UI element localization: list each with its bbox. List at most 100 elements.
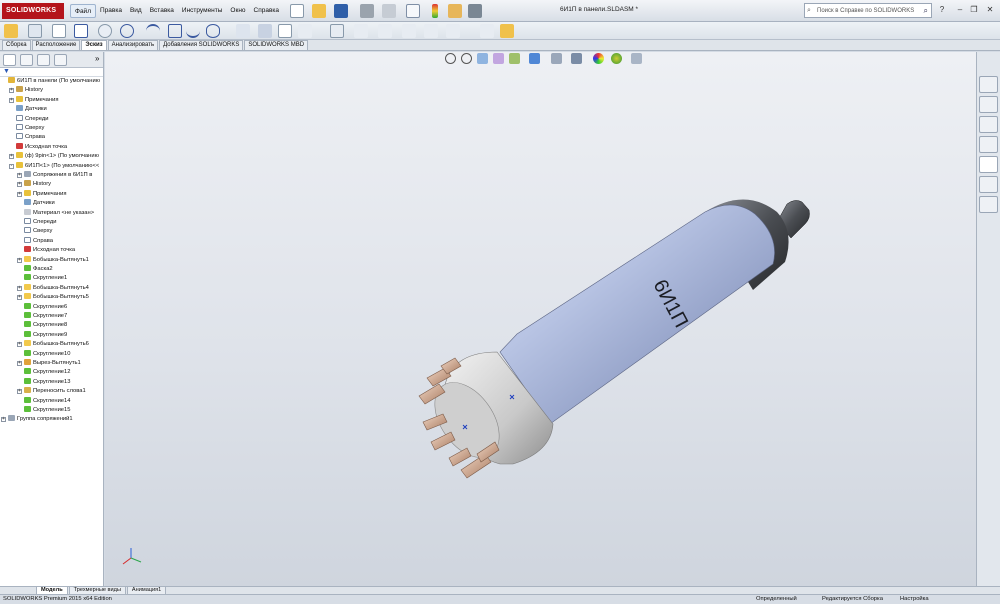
- view-palette-icon[interactable]: [979, 136, 998, 153]
- status-units[interactable]: Настройка: [900, 595, 929, 604]
- tree-item[interactable]: Бобышка-Вытянуть4: [24, 283, 89, 293]
- save-icon[interactable]: [334, 4, 348, 18]
- custom-properties-icon[interactable]: [979, 176, 998, 193]
- filter-icon[interactable]: ▼: [3, 68, 10, 75]
- tree-item[interactable]: Сверху: [16, 124, 44, 133]
- select-arrow-icon[interactable]: [406, 4, 420, 18]
- help-search-input[interactable]: ⌕ Поиск в Справке по SOLIDWORKS ⌕: [804, 3, 932, 18]
- property-manager-tab-icon[interactable]: [20, 54, 33, 66]
- tree-item[interactable]: Группа сопряжений1: [8, 415, 73, 424]
- solidworks-resources-icon[interactable]: [979, 76, 998, 93]
- tree-item[interactable]: Скругление7: [24, 312, 67, 321]
- forum-icon[interactable]: [979, 196, 998, 213]
- tree-item[interactable]: Справа: [24, 236, 53, 246]
- tree-item[interactable]: Скругление1: [24, 274, 67, 283]
- tree-expander[interactable]: +: [9, 88, 14, 94]
- tree-item[interactable]: Сверху: [24, 227, 52, 236]
- menu-view[interactable]: Вид: [126, 4, 146, 18]
- tree-item[interactable]: Скругление15: [24, 406, 70, 415]
- tree-item[interactable]: 6И1П в панели (По умолчанию: [8, 77, 100, 86]
- tree-item[interactable]: (ф) 9pin<1> (По умолчанию: [16, 152, 99, 161]
- display-relations-icon[interactable]: [330, 24, 344, 38]
- tree-item[interactable]: Скругление14: [24, 396, 70, 406]
- fillet-sketch-icon[interactable]: [236, 24, 250, 38]
- tree-item[interactable]: Датчики: [16, 105, 47, 114]
- menu-edit[interactable]: Правка: [96, 4, 126, 18]
- tree-expander[interactable]: +: [17, 342, 22, 348]
- file-properties-icon[interactable]: [448, 4, 462, 18]
- tree-item[interactable]: Бобышка-Вытянуть5: [24, 293, 89, 302]
- open-folder-icon[interactable]: [312, 4, 326, 18]
- tree-expander[interactable]: +: [9, 154, 14, 160]
- tree-item[interactable]: Справа: [16, 133, 45, 142]
- graphics-area[interactable]: 6И1П: [105, 52, 976, 586]
- repair-sketch-icon[interactable]: [500, 24, 514, 38]
- file-explorer-icon[interactable]: [979, 116, 998, 133]
- offset-icon[interactable]: [424, 24, 438, 38]
- tree-expander[interactable]: +: [17, 285, 22, 291]
- command-tab-5[interactable]: SOLIDWORKS MBD: [244, 40, 309, 50]
- point-icon[interactable]: [298, 24, 312, 38]
- line-icon[interactable]: [52, 24, 66, 38]
- new-document-icon[interactable]: [290, 4, 304, 18]
- slot-icon[interactable]: [98, 24, 112, 38]
- tree-expander[interactable]: +: [9, 97, 14, 103]
- rectangle-icon[interactable]: [74, 24, 88, 38]
- tree-filter[interactable]: ▼: [0, 68, 103, 77]
- menu-help[interactable]: Справка: [250, 4, 284, 18]
- feature-tree-tab-icon[interactable]: [3, 54, 16, 66]
- tree-item[interactable]: History: [16, 86, 43, 95]
- tree-item[interactable]: Скругление12: [24, 368, 70, 377]
- tree-item[interactable]: Примечания: [16, 95, 58, 105]
- tree-item[interactable]: Бобышка-Вытянуть1: [24, 255, 89, 265]
- tree-item[interactable]: Спереди: [16, 114, 49, 124]
- menu-tools[interactable]: Инструменты: [178, 4, 227, 18]
- tree-expander[interactable]: +: [17, 295, 22, 301]
- appearances-icon[interactable]: [979, 156, 998, 173]
- tree-expander[interactable]: +: [1, 417, 6, 423]
- collapse-panel-icon[interactable]: »: [95, 54, 99, 63]
- tree-expander[interactable]: +: [17, 361, 22, 366]
- undo-icon[interactable]: [382, 4, 396, 18]
- tree-item[interactable]: Спереди: [24, 218, 57, 227]
- tree-expander[interactable]: +: [17, 182, 22, 188]
- command-tab-0[interactable]: Сборка: [2, 40, 31, 50]
- tree-expander[interactable]: -: [9, 163, 14, 169]
- tree-item[interactable]: 6И1П<1> (По умолчанию<<: [16, 161, 99, 171]
- spline-icon[interactable]: [186, 24, 200, 38]
- tree-item[interactable]: Переносить слова1: [24, 387, 86, 396]
- display-manager-tab-icon[interactable]: [54, 54, 67, 66]
- design-library-icon[interactable]: [979, 96, 998, 113]
- options-icon[interactable]: [468, 4, 482, 18]
- command-tab-4[interactable]: Добавления SOLIDWORKS: [159, 40, 244, 50]
- tree-item[interactable]: Скругление6: [24, 302, 67, 312]
- convert-entities-icon[interactable]: [402, 24, 416, 38]
- move-entities-icon[interactable]: [480, 24, 494, 38]
- tree-item[interactable]: Вырез-Вытянуть1: [24, 359, 81, 368]
- configuration-manager-tab-icon[interactable]: [37, 54, 50, 66]
- menu-insert[interactable]: Вставка: [146, 4, 178, 18]
- command-tab-1[interactable]: Расположение: [31, 40, 81, 50]
- sketch-icon[interactable]: [4, 24, 18, 38]
- smart-dimension-icon[interactable]: [28, 24, 42, 38]
- traffic-light-icon[interactable]: [432, 4, 438, 18]
- mirror-icon[interactable]: [354, 24, 368, 38]
- tree-item[interactable]: Датчики: [24, 199, 55, 208]
- tree-item[interactable]: Фаска2: [24, 265, 53, 274]
- command-tab-2[interactable]: Эскиз: [81, 40, 107, 50]
- tree-expander[interactable]: +: [17, 173, 22, 178]
- minimize-icon[interactable]: –: [954, 4, 966, 16]
- trim-icon[interactable]: [378, 24, 392, 38]
- circle-icon[interactable]: [120, 24, 134, 38]
- model-view[interactable]: 6И1П: [105, 52, 976, 586]
- tree-item[interactable]: Скругление9: [24, 330, 67, 340]
- tree-item[interactable]: Скругление8: [24, 321, 67, 330]
- tree-expander[interactable]: +: [17, 191, 22, 197]
- search-go-icon[interactable]: ⌕: [924, 6, 928, 16]
- text-icon[interactable]: [278, 24, 292, 38]
- tree-item[interactable]: Скругление13: [24, 377, 70, 387]
- tree-item[interactable]: History: [24, 180, 51, 189]
- command-tab-3[interactable]: Анализировать: [107, 40, 159, 50]
- plane-sketch-icon[interactable]: [258, 24, 272, 38]
- menu-window[interactable]: Окно: [226, 4, 249, 18]
